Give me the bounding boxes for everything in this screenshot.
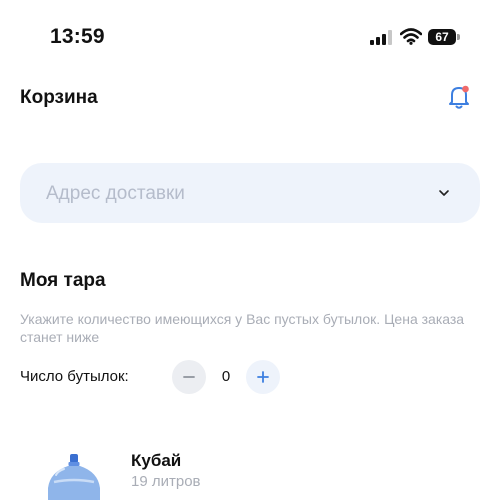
status-time: 13:59 [50,25,105,48]
cart-item-name: Кубай [131,451,182,470]
battery-icon: 67 [428,29,460,45]
chevron-down-icon[interactable] [437,186,451,200]
decrement-button[interactable] [172,360,206,394]
tare-section-title: Моя тара [20,270,106,291]
cart-item[interactable]: Кубай 19 литров [0,440,500,500]
signal-icon [370,30,392,45]
tare-hint: Укажите количество имеющихся у Вас пусты… [20,311,465,345]
wifi-icon [400,28,422,45]
plus-icon [257,371,269,383]
status-bar: 13:59 67 [0,0,500,60]
bell-icon[interactable] [447,84,471,110]
minus-icon [183,376,195,378]
page-title: Корзина [20,87,98,108]
increment-button[interactable] [246,360,280,394]
cart-item-volume: 19 литров [131,473,201,490]
water-bottle-image [48,454,100,500]
bottle-count-label: Число бутылок: [20,368,129,385]
battery-tip [457,34,460,40]
address-placeholder: Адрес доставки [46,183,185,204]
battery-level: 67 [428,29,456,45]
bottle-count: 0 [221,368,231,385]
address-select[interactable]: Адрес доставки [20,163,480,223]
